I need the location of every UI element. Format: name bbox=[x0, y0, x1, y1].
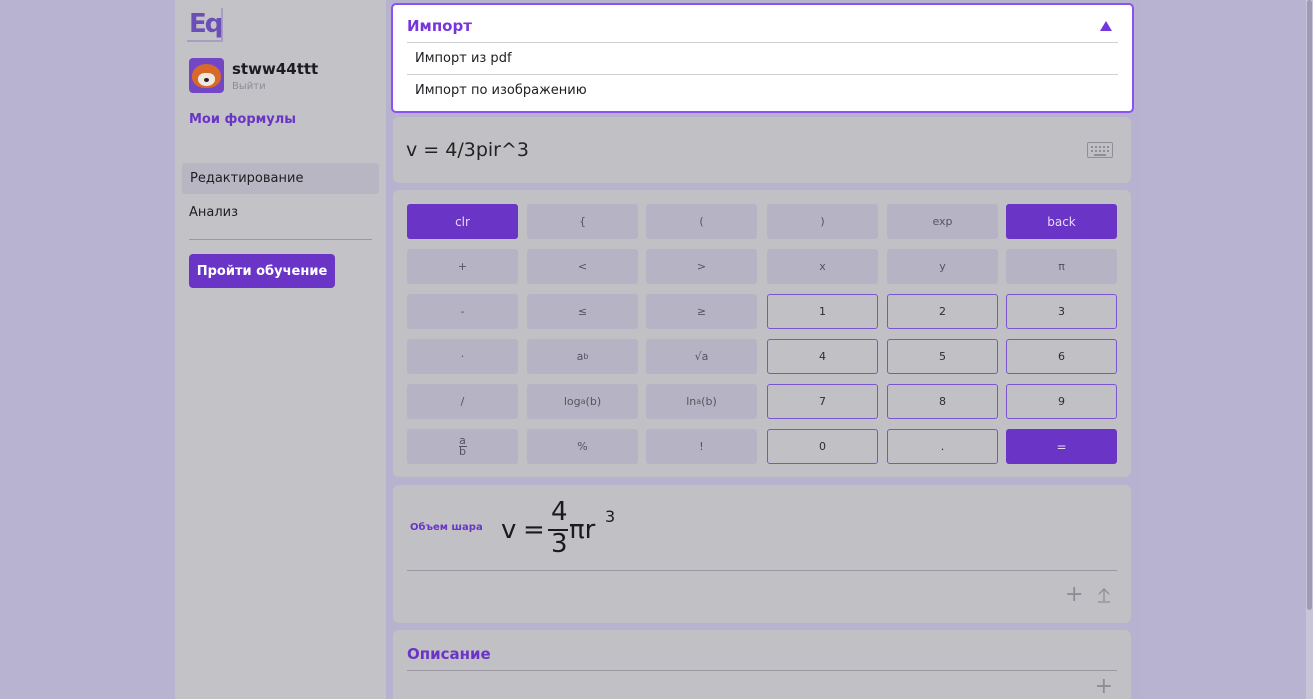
scrollbar-thumb[interactable] bbox=[1307, 0, 1312, 610]
description-card: Описание + bbox=[393, 630, 1131, 699]
ln-arg: (b) bbox=[701, 395, 717, 408]
caret-up-icon[interactable] bbox=[1100, 21, 1112, 31]
key-exp[interactable]: exp bbox=[887, 204, 998, 239]
add-icon[interactable]: + bbox=[1065, 584, 1083, 606]
key-plus[interactable]: + bbox=[407, 249, 518, 284]
logout-link[interactable]: Выйти bbox=[232, 81, 266, 92]
import-dropdown-title[interactable]: Импорт bbox=[407, 17, 472, 35]
key-2[interactable]: 2 bbox=[887, 294, 998, 329]
power-base: a bbox=[576, 350, 584, 363]
math-exponent: 3 bbox=[605, 507, 616, 526]
key-clear[interactable]: clr bbox=[407, 204, 518, 239]
page-background-left bbox=[0, 0, 175, 699]
math-numerator: 4 bbox=[551, 497, 568, 527]
math-variable: v bbox=[501, 515, 517, 545]
key-sqrt[interactable]: √a bbox=[646, 339, 757, 374]
my-formulas-link[interactable]: Мои формулы bbox=[189, 112, 296, 127]
ln-text: ln bbox=[686, 395, 697, 408]
add-description-icon[interactable]: + bbox=[1095, 676, 1113, 698]
key-back[interactable]: back bbox=[1006, 204, 1117, 239]
log-text: log bbox=[563, 395, 581, 408]
key-less[interactable]: < bbox=[527, 249, 638, 284]
import-pdf-option[interactable]: Импорт из pdf bbox=[415, 51, 512, 66]
keypad-card: clr { ( ) exp back + < > x y π - ≤ ≥ 1 2… bbox=[393, 190, 1131, 477]
formula-name[interactable]: Объем шара bbox=[410, 522, 483, 533]
key-minus[interactable]: - bbox=[407, 294, 518, 329]
result-divider bbox=[407, 570, 1117, 571]
key-decimal[interactable]: . bbox=[887, 429, 998, 464]
key-8[interactable]: 8 bbox=[887, 384, 998, 419]
key-power[interactable]: ab bbox=[527, 339, 638, 374]
key-y[interactable]: y bbox=[887, 249, 998, 284]
math-denominator: 3 bbox=[551, 529, 568, 559]
start-tutorial-button[interactable]: Пройти обучение bbox=[189, 254, 335, 288]
key-close-paren[interactable]: ) bbox=[767, 204, 878, 239]
key-percent[interactable]: % bbox=[527, 429, 638, 464]
key-open-paren[interactable]: ( bbox=[646, 204, 757, 239]
fraction-denominator: b bbox=[459, 445, 466, 458]
math-equals: = bbox=[523, 515, 545, 545]
key-7[interactable]: 7 bbox=[767, 384, 878, 419]
math-pi-r: πr bbox=[569, 515, 596, 545]
import-divider bbox=[407, 42, 1118, 43]
key-greater[interactable]: > bbox=[646, 249, 757, 284]
key-equals[interactable]: = bbox=[1006, 429, 1117, 464]
sidebar: Eq stww44ttt Выйти Мои формулы Редактиро… bbox=[175, 0, 386, 699]
key-x[interactable]: x bbox=[767, 249, 878, 284]
key-greater-equal[interactable]: ≥ bbox=[646, 294, 757, 329]
description-divider bbox=[407, 670, 1117, 671]
formula-input-card: v = 4/3pir^3 bbox=[393, 117, 1131, 183]
key-less-equal[interactable]: ≤ bbox=[527, 294, 638, 329]
sidebar-item-edit[interactable]: Редактирование bbox=[182, 163, 379, 194]
keyboard-icon[interactable] bbox=[1087, 142, 1113, 158]
sidebar-item-analysis[interactable]: Анализ bbox=[189, 205, 238, 220]
key-3[interactable]: 3 bbox=[1006, 294, 1117, 329]
sidebar-item-label: Редактирование bbox=[190, 171, 304, 186]
app-logo[interactable]: Eq bbox=[189, 9, 223, 39]
key-ln[interactable]: ln a (b) bbox=[646, 384, 757, 419]
fox-avatar-icon bbox=[192, 64, 221, 88]
description-title: Описание bbox=[407, 645, 491, 663]
log-arg: (b) bbox=[585, 395, 602, 408]
username: stww44ttt bbox=[232, 60, 319, 78]
formula-input[interactable]: v = 4/3pir^3 bbox=[406, 139, 529, 161]
key-9[interactable]: 9 bbox=[1006, 384, 1117, 419]
key-0[interactable]: 0 bbox=[767, 429, 878, 464]
import-dropdown[interactable]: Импорт Импорт из pdf Импорт по изображен… bbox=[391, 3, 1134, 113]
formula-result-card: Объем шара v = 4 3 πr 3 + bbox=[393, 485, 1131, 623]
avatar[interactable] bbox=[189, 58, 224, 93]
key-open-brace[interactable]: { bbox=[527, 204, 638, 239]
key-pi[interactable]: π bbox=[1006, 249, 1117, 284]
page-background-right bbox=[1140, 0, 1313, 699]
power-exponent: b bbox=[583, 352, 589, 361]
key-multiply[interactable]: · bbox=[407, 339, 518, 374]
key-4[interactable]: 4 bbox=[767, 339, 878, 374]
key-factorial[interactable]: ! bbox=[646, 429, 757, 464]
import-divider bbox=[407, 74, 1118, 75]
upload-icon[interactable] bbox=[1095, 586, 1113, 604]
key-5[interactable]: 5 bbox=[887, 339, 998, 374]
key-fraction[interactable]: a b bbox=[407, 429, 518, 464]
key-divide[interactable]: / bbox=[407, 384, 518, 419]
key-log[interactable]: log a (b) bbox=[527, 384, 638, 419]
key-1[interactable]: 1 bbox=[767, 294, 878, 329]
import-image-option[interactable]: Импорт по изображению bbox=[415, 83, 587, 98]
key-6[interactable]: 6 bbox=[1006, 339, 1117, 374]
sidebar-divider bbox=[189, 239, 372, 240]
